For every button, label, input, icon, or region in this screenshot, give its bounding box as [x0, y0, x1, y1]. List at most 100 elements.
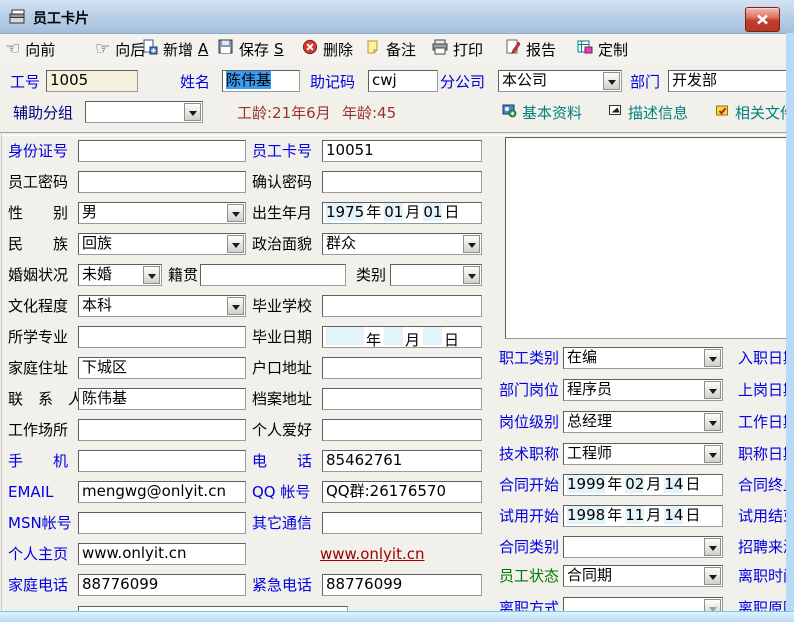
grad-date-field[interactable]: 年月日: [322, 326, 482, 348]
contract-start-month[interactable]: 02: [625, 475, 644, 493]
contract-start-day[interactable]: 14: [664, 475, 683, 493]
native-place-field[interactable]: [200, 264, 346, 286]
qq-field[interactable]: QQ群:26176570: [322, 481, 482, 503]
chevron-down-icon[interactable]: [603, 72, 620, 90]
confirm-password-field[interactable]: [322, 171, 482, 193]
dept-field[interactable]: 开发部: [668, 70, 792, 92]
form-left-border: [1, 134, 2, 612]
window-border-bottom: [0, 611, 794, 622]
hand-right-icon: ☞: [95, 41, 110, 58]
staff-type-select[interactable]: 在编: [563, 347, 723, 369]
hobby-field[interactable]: [322, 419, 482, 441]
birth-month[interactable]: 01: [384, 203, 403, 221]
emergency-phone-field[interactable]: 88776099: [322, 574, 482, 596]
contract-start-year[interactable]: 1999: [567, 475, 605, 493]
chevron-down-icon[interactable]: [704, 413, 721, 431]
homepage-hyperlink[interactable]: www.onlyit.cn: [320, 545, 425, 563]
chevron-down-icon[interactable]: [704, 567, 721, 585]
position-select[interactable]: 程序员: [563, 379, 723, 401]
emp-card-field[interactable]: 10051: [322, 140, 482, 162]
emp-status-value: 合同期: [567, 566, 612, 584]
delete-button[interactable]: 删除: [302, 37, 353, 61]
forward-button[interactable]: ☜ 向前: [5, 37, 55, 61]
mnemonic-field[interactable]: cwj: [368, 70, 438, 92]
major-field[interactable]: [78, 326, 246, 348]
other-comm-field[interactable]: [322, 512, 482, 534]
new-button[interactable]: 新增A: [142, 37, 208, 61]
grad-day[interactable]: [423, 327, 442, 345]
description-link[interactable]: 描述信息: [608, 102, 688, 122]
selected-text: 陈伟基: [226, 71, 271, 89]
new-record-icon: [142, 39, 158, 59]
grade-select[interactable]: 总经理: [563, 411, 723, 433]
print-button[interactable]: 打印: [432, 37, 483, 61]
chevron-down-icon[interactable]: [463, 235, 480, 253]
password-field[interactable]: [78, 171, 246, 193]
email-field[interactable]: mengwg@onlyit.cn: [78, 481, 246, 503]
birth-day[interactable]: 01: [423, 203, 442, 221]
school-field[interactable]: [322, 295, 482, 317]
phone-field[interactable]: 85462761: [322, 450, 482, 472]
emp-no-field[interactable]: 1005: [46, 70, 138, 92]
workplace-field[interactable]: [78, 419, 246, 441]
political-value: 群众: [326, 234, 356, 252]
grad-month[interactable]: [384, 327, 403, 345]
backward-button[interactable]: ☞ 向后: [95, 37, 145, 61]
chevron-down-icon[interactable]: [227, 204, 244, 222]
chevron-down-icon[interactable]: [704, 445, 721, 463]
political-select[interactable]: 群众: [322, 233, 482, 255]
customize-button[interactable]: 定制: [577, 37, 628, 61]
chevron-down-icon[interactable]: [227, 297, 244, 315]
birth-date-field[interactable]: 1975年01月01日: [322, 202, 482, 224]
chevron-down-icon[interactable]: [227, 235, 244, 253]
probation-start-month[interactable]: 11: [625, 506, 644, 524]
staff-type-label: 职工类别: [499, 347, 559, 369]
id-number-label: 身份证号: [8, 140, 68, 162]
msn-field[interactable]: [78, 512, 246, 534]
branch-select[interactable]: 本公司: [498, 70, 622, 92]
basic-info-link[interactable]: 基本资料: [502, 102, 582, 122]
grad-year[interactable]: [326, 327, 364, 345]
home-address-field[interactable]: 下城区: [78, 357, 246, 379]
education-select[interactable]: 本科: [78, 295, 246, 317]
chevron-down-icon[interactable]: [184, 103, 201, 121]
basic-info-label: 基本资料: [522, 102, 582, 123]
birth-date-label: 出生年月: [252, 202, 312, 224]
birth-year[interactable]: 1975: [326, 203, 364, 221]
home-phone-field[interactable]: 88776099: [78, 574, 246, 596]
mobile-field[interactable]: [78, 450, 246, 472]
name-field[interactable]: 陈伟基: [222, 70, 300, 92]
category-select[interactable]: [390, 264, 482, 286]
probation-start-field[interactable]: 1998年11月14日: [563, 505, 723, 527]
memo-button[interactable]: 备注: [365, 37, 416, 61]
probation-start-year[interactable]: 1998: [567, 506, 605, 524]
contact-field[interactable]: 陈伟基: [78, 388, 246, 410]
close-button[interactable]: [745, 7, 780, 32]
report-label: 报告: [526, 39, 556, 60]
chevron-down-icon[interactable]: [143, 266, 160, 284]
homepage-field[interactable]: www.onlyit.cn: [78, 543, 246, 565]
archive-address-field[interactable]: [322, 388, 482, 410]
gender-select[interactable]: 男: [78, 202, 246, 224]
contract-start-field[interactable]: 1999年02月14日: [563, 474, 723, 496]
save-button[interactable]: 保存S: [218, 37, 284, 61]
ethnic-select[interactable]: 回族: [78, 233, 246, 255]
tech-title-select[interactable]: 工程师: [563, 443, 723, 465]
probation-start-day[interactable]: 14: [664, 506, 683, 524]
related-files-link[interactable]: 相关文件: [715, 102, 794, 122]
detail-panel[interactable]: [505, 137, 788, 339]
window-border-right: [786, 33, 794, 622]
aux-group-select[interactable]: [85, 101, 203, 123]
window-title: 员工卡片: [33, 8, 89, 28]
chevron-down-icon[interactable]: [704, 381, 721, 399]
chevron-down-icon[interactable]: [704, 349, 721, 367]
emp-status-select[interactable]: 合同期: [563, 565, 723, 587]
chevron-down-icon[interactable]: [463, 266, 480, 284]
registered-address-field[interactable]: [322, 357, 482, 379]
report-button[interactable]: 报告: [505, 37, 556, 61]
branch-label: 分公司: [440, 71, 485, 93]
marital-select[interactable]: 未婚: [78, 264, 162, 286]
id-number-field[interactable]: [78, 140, 246, 162]
contract-type-select[interactable]: [563, 536, 723, 558]
chevron-down-icon[interactable]: [704, 538, 721, 556]
